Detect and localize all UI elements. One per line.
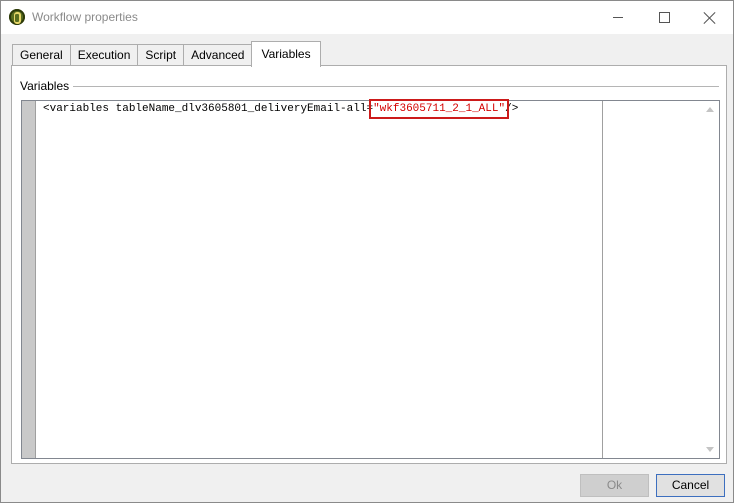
workflow-properties-dialog: Workflow properties General Execution Sc… bbox=[0, 0, 734, 503]
maximize-button[interactable] bbox=[641, 1, 687, 34]
vertical-scrollbar[interactable] bbox=[702, 101, 719, 458]
scroll-up-arrow-icon[interactable] bbox=[706, 107, 714, 112]
variables-group-label: Variables bbox=[20, 79, 74, 93]
editor-margin-line bbox=[602, 101, 603, 458]
window-title: Workflow properties bbox=[32, 10, 138, 24]
title-bar: Workflow properties bbox=[1, 1, 733, 34]
group-divider bbox=[70, 86, 719, 87]
close-icon bbox=[704, 12, 716, 24]
minimize-button[interactable] bbox=[595, 1, 641, 34]
highlighted-attribute-value: "wkf3605711_2_1_ALL" bbox=[369, 99, 510, 119]
scroll-down-arrow-icon[interactable] bbox=[706, 447, 714, 452]
cancel-button[interactable]: Cancel bbox=[656, 474, 725, 497]
code-prefix: <variables tableName_dlv3605801_delivery… bbox=[43, 103, 374, 115]
tab-general[interactable]: General bbox=[12, 44, 71, 66]
maximize-icon bbox=[658, 12, 670, 23]
code-suffix: /> bbox=[505, 103, 519, 115]
code-line[interactable]: <variables tableName_dlv3605801_delivery… bbox=[43, 99, 519, 119]
variables-tab-panel: Variables <variables tableName_dlv360580… bbox=[11, 65, 727, 464]
tab-variables[interactable]: Variables bbox=[251, 41, 321, 67]
tab-execution[interactable]: Execution bbox=[69, 44, 139, 66]
tab-bar: General Execution Script Advanced Variab… bbox=[12, 41, 321, 67]
close-button[interactable] bbox=[687, 1, 733, 34]
ok-button[interactable]: Ok bbox=[580, 474, 649, 497]
variables-xml-editor[interactable]: <variables tableName_dlv3605801_delivery… bbox=[21, 99, 720, 459]
tab-script[interactable]: Script bbox=[137, 44, 185, 66]
tab-advanced[interactable]: Advanced bbox=[183, 44, 253, 66]
editor-gutter bbox=[22, 101, 36, 458]
app-logo-icon bbox=[9, 9, 25, 25]
minimize-icon bbox=[613, 17, 623, 18]
